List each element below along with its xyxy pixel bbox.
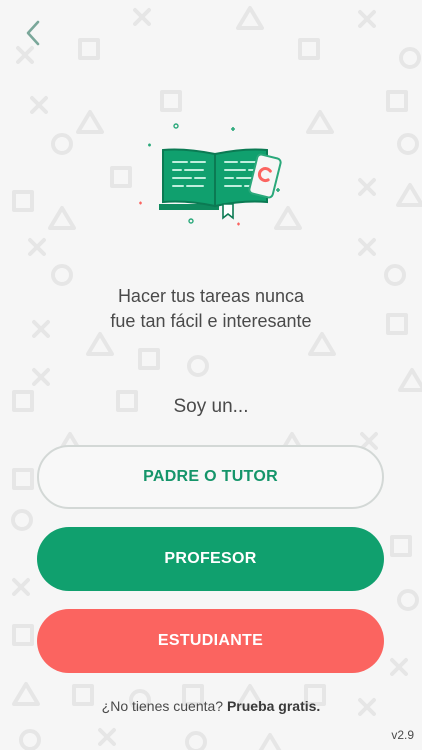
chevron-left-icon (26, 20, 40, 46)
tagline-line-1: Hacer tus tareas nunca (117, 286, 305, 306)
open-book-and-phone-icon (139, 123, 282, 226)
app-version: v2.9 (391, 728, 414, 742)
teacher-button[interactable]: PROFESOR (37, 527, 384, 591)
tagline: Hacer tus tareas nunca fue tan fácil e i… (0, 284, 422, 334)
teacher-button-label: PROFESOR (164, 550, 257, 567)
student-button-label: ESTUDIANTE (157, 632, 264, 649)
signup-footer: ¿No tienes cuenta? Prueba gratis. (0, 698, 422, 714)
back-button[interactable] (18, 18, 48, 48)
parent-tutor-button-label: PADRE O TUTOR (143, 468, 278, 485)
student-button[interactable]: ESTUDIANTE (37, 609, 384, 673)
tagline-line-2: fue tan fácil e interesante (110, 311, 312, 331)
free-trial-link[interactable]: Prueba gratis. (227, 698, 320, 714)
parent-tutor-button[interactable]: PADRE O TUTOR (37, 445, 384, 509)
role-prompt: Soy un... (173, 396, 249, 417)
no-account-text: ¿No tienes cuenta? (101, 698, 224, 714)
